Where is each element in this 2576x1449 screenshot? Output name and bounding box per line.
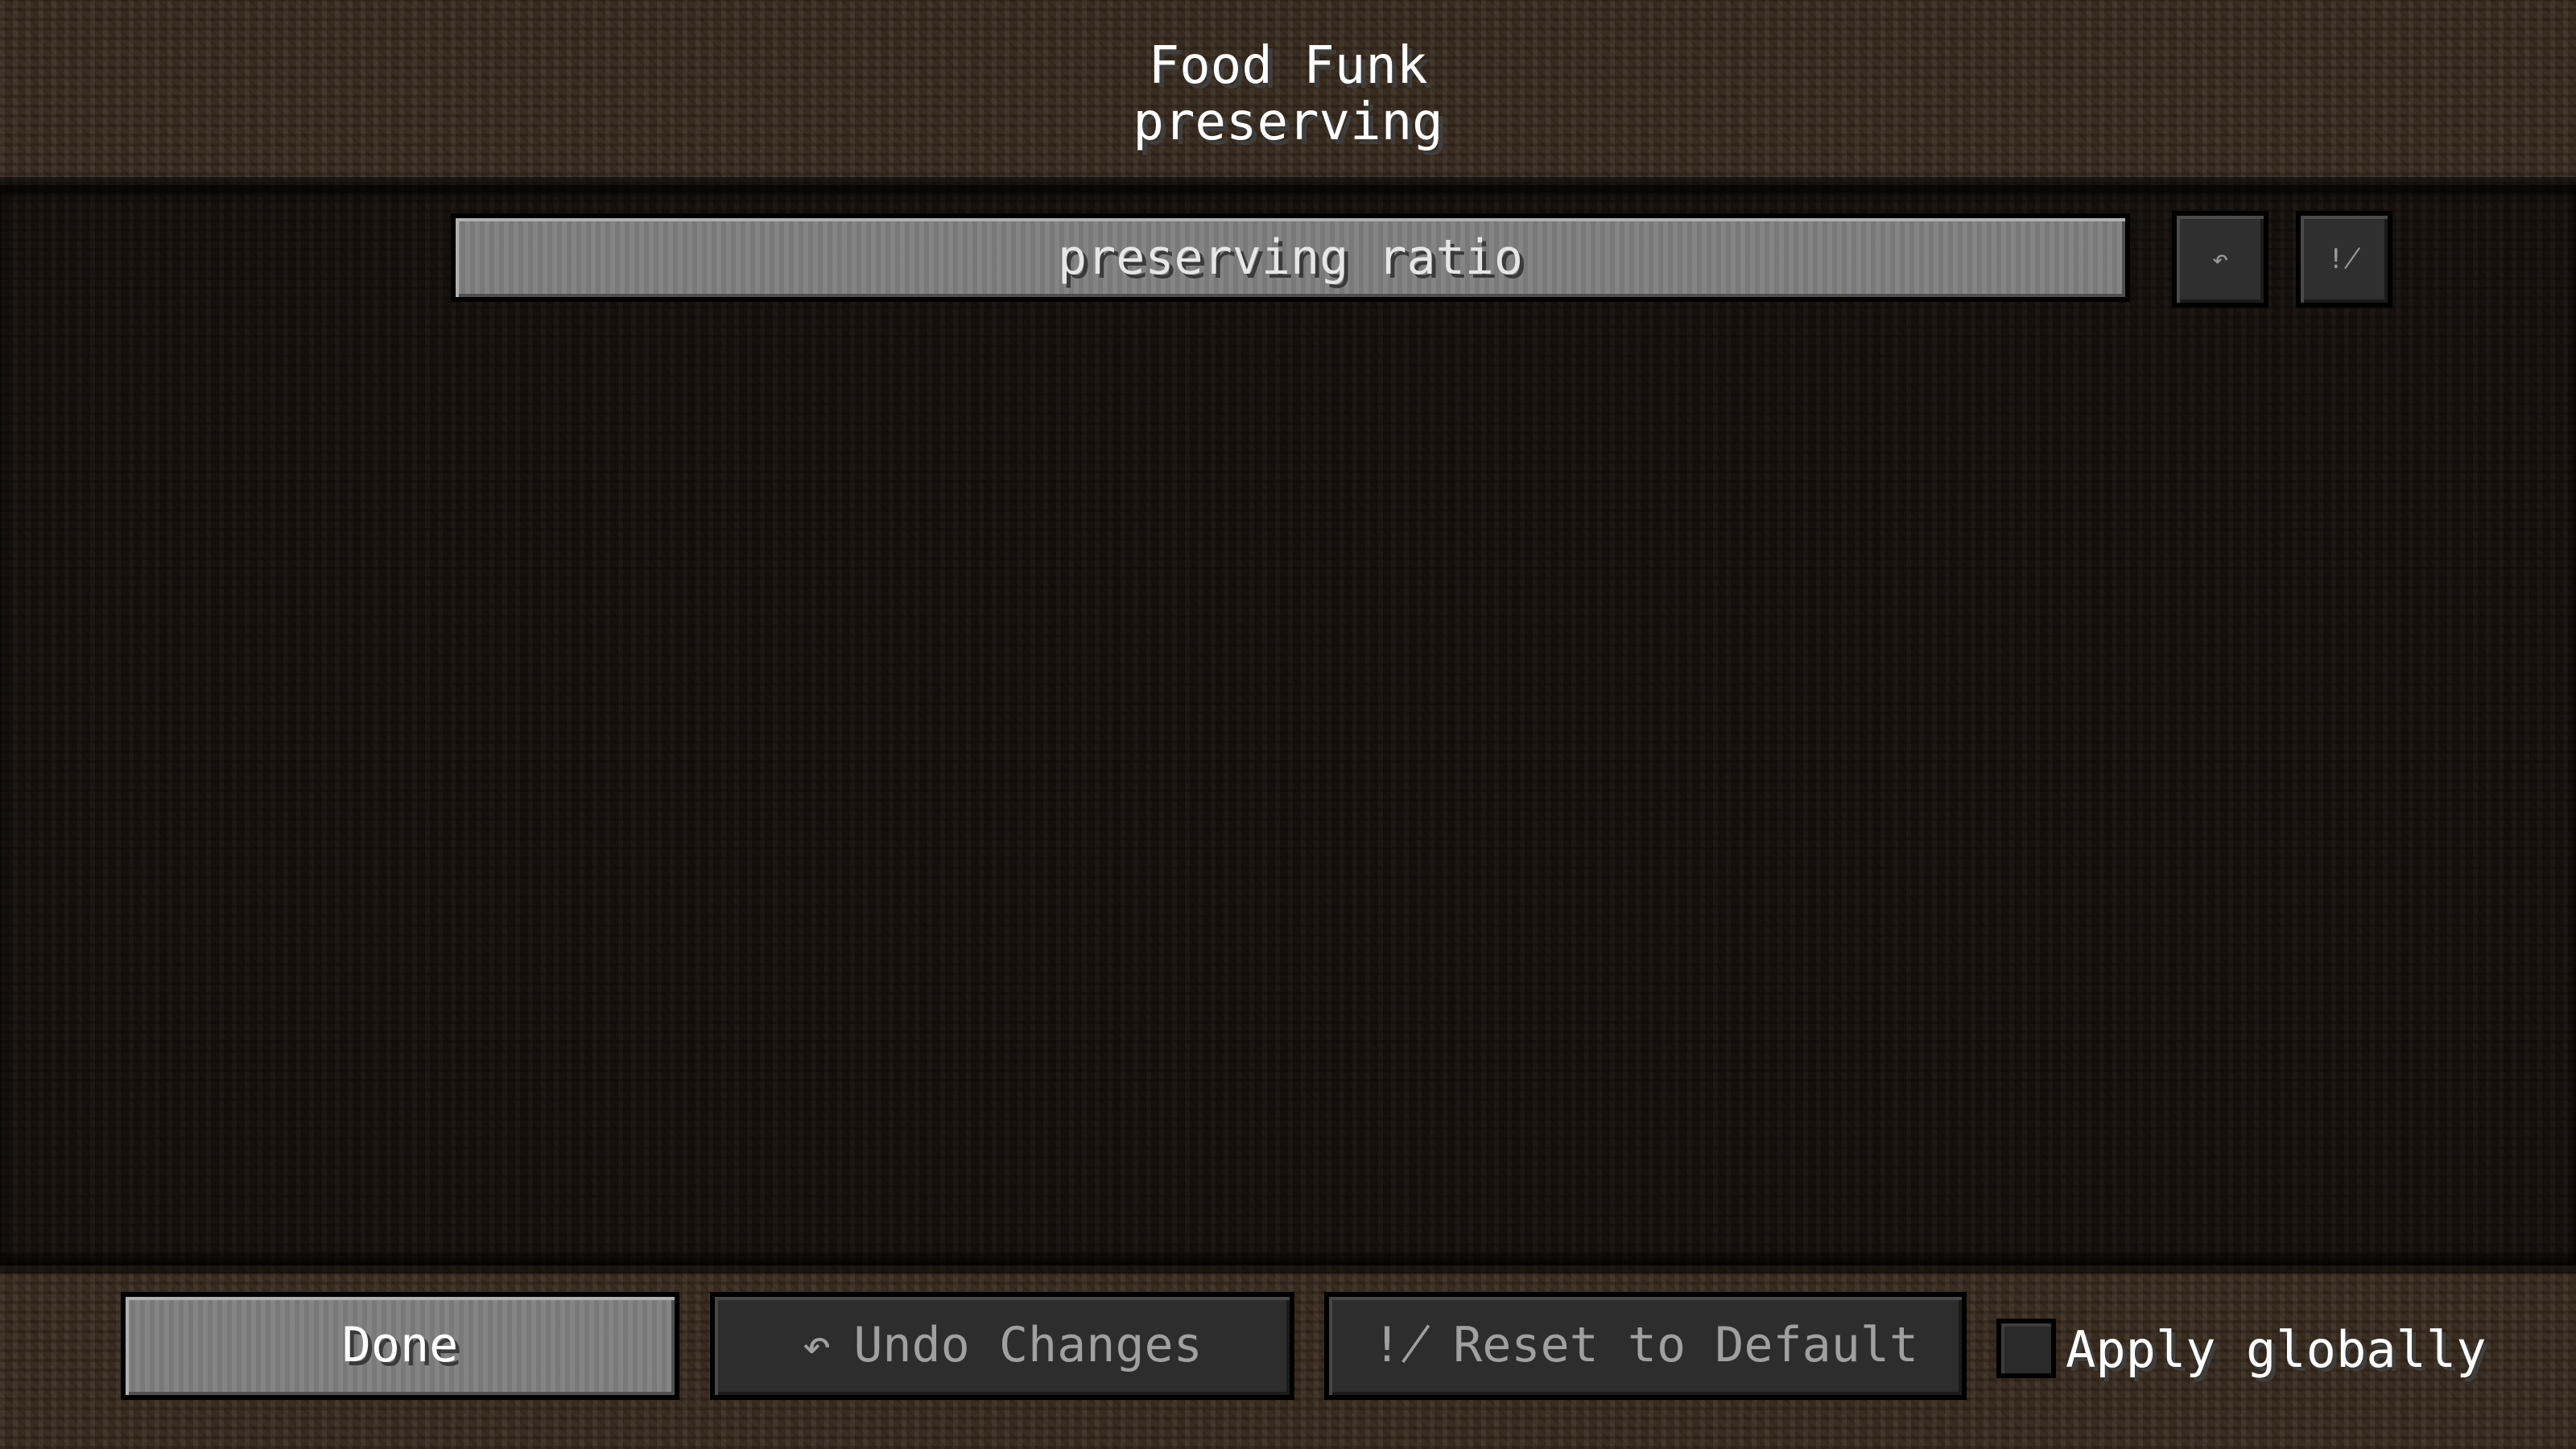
undo-arrow-icon: ↶: [802, 1317, 832, 1373]
undo-arrow-icon: ↶: [2211, 243, 2229, 275]
preserving-ratio-button[interactable]: preserving ratio: [451, 213, 2130, 302]
undo-changes-label: Undo Changes: [853, 1317, 1203, 1373]
entry-undo-button[interactable]: ↶: [2172, 211, 2268, 308]
done-button[interactable]: Done: [121, 1292, 679, 1400]
screen-subtitle: preserving: [1133, 93, 1443, 152]
reset-icon: !̸: [1372, 1317, 1431, 1373]
reset-icon: !̸: [2327, 243, 2361, 275]
undo-changes-button[interactable]: ↶ Undo Changes: [710, 1292, 1294, 1400]
config-entry-list[interactable]: [0, 185, 2576, 1265]
reset-to-default-button[interactable]: !̸ Reset to Default: [1324, 1292, 1967, 1400]
apply-globally-label[interactable]: Apply globally: [2066, 1320, 2565, 1380]
reset-to-default-label: Reset to Default: [1453, 1317, 1919, 1373]
config-screen: Food Funk preserving preserving ratio ↶ …: [0, 0, 2576, 1449]
screen-title: Food Funk: [1148, 36, 1428, 96]
apply-globally-checkbox[interactable]: [1996, 1319, 2056, 1378]
header-bar: Food Funk preserving: [0, 0, 2576, 185]
entry-reset-button[interactable]: !̸: [2296, 211, 2392, 308]
